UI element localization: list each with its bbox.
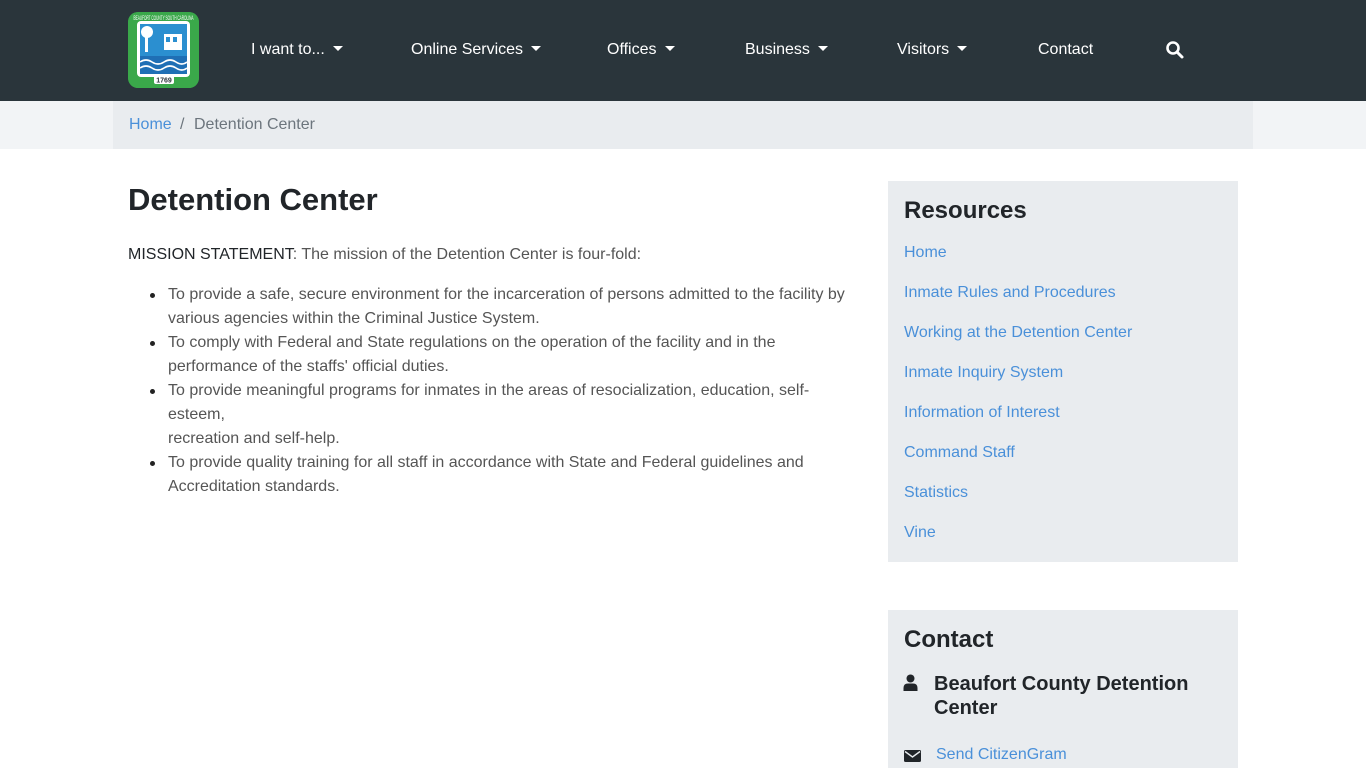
list-item: To comply with Federal and State regulat…: [128, 331, 863, 379]
caret-down-icon: [531, 46, 542, 51]
nav-label: Business: [745, 41, 810, 58]
resource-link-statistics[interactable]: Statistics: [904, 482, 968, 504]
caret-down-icon: [957, 46, 968, 51]
breadcrumb-current: Detention Center: [194, 116, 315, 133]
page-title: Detention Center: [128, 182, 378, 217]
caret-down-icon: [332, 46, 343, 51]
list-item-line: To provide meaningful programs for inmat…: [168, 382, 810, 423]
list-item-line: Accreditation standards.: [168, 478, 340, 495]
nav-i-want-to[interactable]: I want to...: [251, 38, 343, 62]
mission-list: To provide a safe, secure environment fo…: [128, 283, 863, 499]
mission-label: MISSION STATEMENT: [128, 246, 293, 263]
list-item: To provide a safe, secure environment fo…: [128, 283, 863, 331]
nav-label: Visitors: [897, 41, 950, 58]
list-item-line: performance of the staffs' official duti…: [168, 358, 449, 375]
list-item: To provide quality training for all staf…: [128, 451, 863, 499]
top-navbar: 1769 BEAUFORT COUNTY SOUTH CAROLINA I wa…: [0, 0, 1366, 101]
contact-name: Beaufort County Detention Center: [934, 673, 1189, 719]
resource-link-home[interactable]: Home: [904, 242, 947, 264]
contact-panel: Contact Beaufort County Detention Center…: [888, 610, 1238, 768]
resource-link-inmate-inquiry[interactable]: Inmate Inquiry System: [904, 362, 1063, 384]
nav-label: Contact: [1038, 41, 1094, 58]
mission-text: : The mission of the Detention Center is…: [292, 246, 642, 263]
nav-contact[interactable]: Contact: [1038, 38, 1093, 62]
logo-year: 1769: [156, 78, 172, 85]
list-item-line: recreation and self-help.: [168, 430, 340, 447]
nav-business[interactable]: Business: [745, 38, 828, 62]
send-citizengram-link[interactable]: Send CitizenGram: [936, 744, 1067, 766]
resource-link-command-staff[interactable]: Command Staff: [904, 442, 1015, 464]
resources-panel: Resources Home Inmate Rules and Procedur…: [888, 181, 1238, 562]
nav-label: I want to...: [251, 41, 325, 58]
list-item-line: To comply with Federal and State regulat…: [168, 334, 776, 351]
list-item-line: To provide a safe, secure environment fo…: [168, 286, 845, 303]
nav-online-services[interactable]: Online Services: [411, 38, 542, 62]
nav-label: Online Services: [411, 41, 524, 58]
county-seal-logo[interactable]: 1769 BEAUFORT COUNTY SOUTH CAROLINA: [128, 12, 199, 88]
list-item-line: various agencies within the Criminal Jus…: [168, 310, 540, 327]
contact-title: Contact: [904, 626, 994, 653]
list-item-line: To provide quality training for all staf…: [168, 454, 804, 471]
caret-down-icon: [817, 46, 828, 51]
user-icon: [903, 674, 918, 696]
breadcrumb-separator: /: [180, 116, 185, 133]
nav-visitors[interactable]: Visitors: [897, 38, 968, 62]
resources-title: Resources: [904, 197, 1027, 224]
nav-label: Offices: [607, 41, 657, 58]
list-item: To provide meaningful programs for inmat…: [128, 379, 863, 451]
resource-link-inmate-rules[interactable]: Inmate Rules and Procedures: [904, 282, 1116, 304]
search-icon: [1166, 41, 1184, 59]
resource-link-vine[interactable]: Vine: [904, 522, 936, 544]
search-button[interactable]: [1164, 38, 1186, 62]
resource-link-working[interactable]: Working at the Detention Center: [904, 322, 1132, 344]
breadcrumb-home-link[interactable]: Home: [129, 114, 172, 136]
resource-link-information[interactable]: Information of Interest: [904, 402, 1060, 424]
mission-statement: MISSION STATEMENT: The mission of the De…: [128, 244, 641, 266]
nav-offices[interactable]: Offices: [607, 38, 675, 62]
logo-text: BEAUFORT COUNTY SOUTH CAROLINA: [134, 16, 194, 22]
envelope-icon: [904, 749, 921, 767]
caret-down-icon: [664, 46, 675, 51]
